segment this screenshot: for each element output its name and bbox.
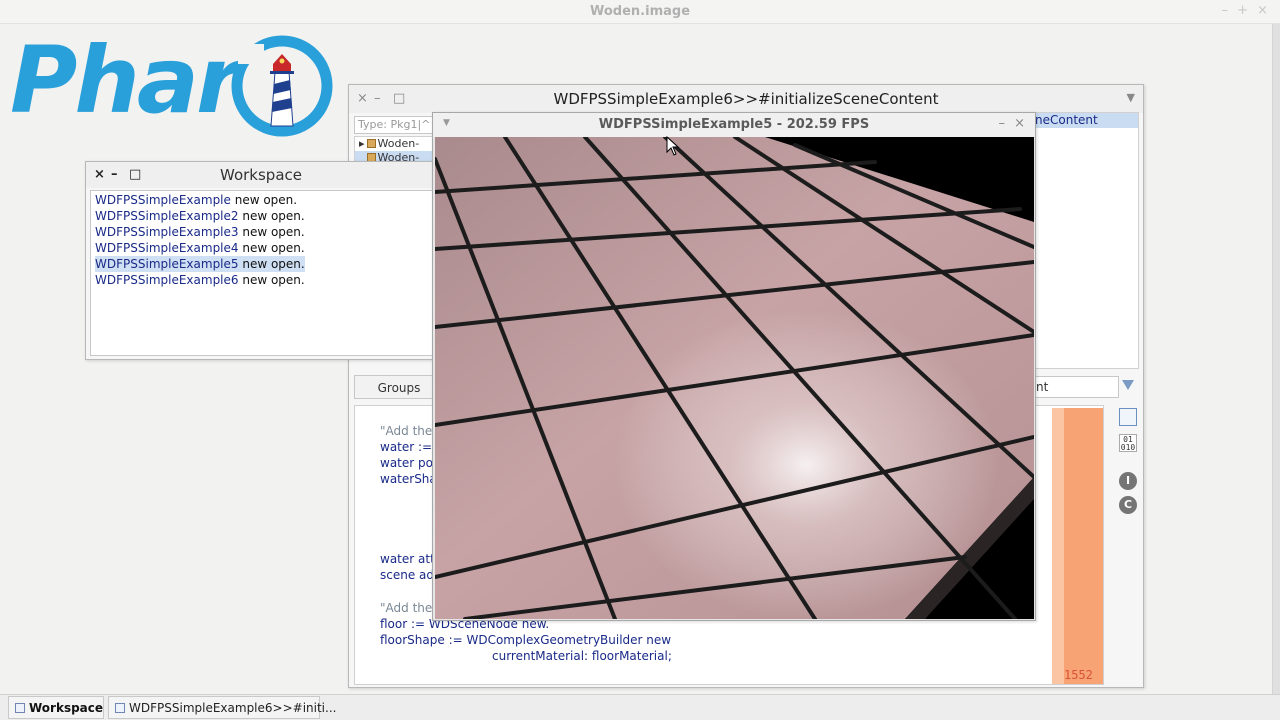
lighthouse-icon <box>231 35 333 137</box>
method-filter-input[interactable]: nt <box>1033 376 1119 398</box>
method-list[interactable]: neContent <box>1031 112 1139 369</box>
package-item[interactable]: ▸ Woden- <box>355 137 433 151</box>
code-line: floorShape := WDComplexGeometryBuilder n… <box>380 633 672 647</box>
render-titlebar[interactable]: ▼ WDFPSSimpleExample5 - 202.59 FPS – × <box>433 113 1035 137</box>
mouse-cursor-icon <box>666 136 680 156</box>
browser-icon <box>115 703 125 713</box>
render-window[interactable]: ▼ WDFPSSimpleExample5 - 202.59 FPS – × <box>432 112 1036 621</box>
workspace-line: WDFPSSimpleExample2 new open. <box>95 208 429 224</box>
code-line: "Add the <box>380 424 433 438</box>
bytecode-icon[interactable]: 01 010 <box>1119 434 1137 452</box>
code-line: water := <box>380 440 433 454</box>
taskbar-workspace-button[interactable]: Workspace <box>8 696 104 719</box>
taskbar-label: WDFPSSimpleExample6>>#initi... <box>129 701 337 715</box>
os-minimize-button[interactable]: – <box>1222 3 1229 18</box>
render-minimize-button[interactable]: – <box>999 116 1006 131</box>
message: new open. <box>230 193 298 207</box>
code-line: waterSha <box>380 472 437 486</box>
render-close-button[interactable]: × <box>1014 116 1025 131</box>
taskbar-browser-button[interactable]: WDFPSSimpleExample6>>#initi... <box>108 696 336 719</box>
world-edge-scrollbar <box>1272 24 1280 694</box>
workspace-line: WDFPSSimpleExample3 new open. <box>95 224 429 240</box>
tiled-floor-scene <box>435 137 1034 619</box>
browser-titlebar[interactable]: × – □ WDFPSSimpleExample6>>#initializeSc… <box>349 85 1143 113</box>
method-item-selected[interactable]: neContent <box>1032 113 1138 128</box>
browser-title: WDFPSSimpleExample6>>#initializeSceneCon… <box>553 90 939 108</box>
os-close-button[interactable]: × <box>1257 3 1268 18</box>
workspace-editor[interactable]: WDFPSSimpleExample new open. WDFPSSimple… <box>90 190 434 356</box>
workspace-icon <box>15 703 25 713</box>
class-name: WDFPSSimpleExample <box>95 193 231 207</box>
os-window-title: Woden.image <box>589 4 691 19</box>
line-count: 1552 <box>1064 668 1093 682</box>
groups-tab[interactable]: Groups <box>354 375 444 399</box>
message: new open. <box>238 225 305 239</box>
workspace-line: WDFPSSimpleExample new open. <box>95 192 429 208</box>
message: new open. <box>238 273 305 287</box>
class-name: WDFPSSimpleExample5 <box>95 257 239 271</box>
class-name: WDFPSSimpleExample4 <box>95 241 239 255</box>
package-search-input[interactable]: Type: Pkg1|^ <box>354 116 434 134</box>
message: new open. <box>238 257 305 271</box>
workspace-line-selected: WDFPSSimpleExample5 new open. <box>95 256 305 272</box>
taskbar: Workspace WDFPSSimpleExample6>>#initi... <box>0 694 1280 720</box>
class-name: WDFPSSimpleExample3 <box>95 225 239 239</box>
os-titlebar: Woden.image – + × <box>0 0 1280 24</box>
package-icon <box>366 139 376 148</box>
code-line: water po <box>380 456 433 470</box>
workspace-titlebar[interactable]: × – □ Workspace <box>86 162 436 188</box>
logo-text: Phar <box>10 27 241 134</box>
render-title: WDFPSSimpleExample5 - 202.59 FPS <box>598 117 870 132</box>
class-name: WDFPSSimpleExample2 <box>95 209 239 223</box>
os-maximize-button[interactable]: + <box>1237 3 1248 18</box>
document-icon[interactable] <box>1119 408 1137 426</box>
render-viewport[interactable] <box>435 137 1034 619</box>
workspace-window[interactable]: × – □ Workspace WDFPSSimpleExample new o… <box>85 161 437 360</box>
expand-arrow-icon[interactable]: ▸ <box>359 137 365 150</box>
code-overview-gutter[interactable] <box>1052 408 1103 684</box>
taskbar-label: Workspace <box>29 701 104 715</box>
code-line: "Add the <box>380 601 433 615</box>
workspace-line: WDFPSSimpleExample6 new open. <box>95 272 429 288</box>
class-side-icon[interactable]: C <box>1119 496 1137 514</box>
class-name: WDFPSSimpleExample6 <box>95 273 239 287</box>
pharo-logo: Phar <box>10 26 340 146</box>
browser-menu-button[interactable]: ▼ <box>1127 91 1135 104</box>
filter-dropdown-icon[interactable] <box>1122 380 1134 390</box>
message: new open. <box>238 209 305 223</box>
code-line: water att <box>380 552 435 566</box>
workspace-line: WDFPSSimpleExample4 new open. <box>95 240 429 256</box>
code-line: currentMaterial: floorMaterial; <box>492 649 672 663</box>
message: new open. <box>238 241 305 255</box>
workspace-title: Workspace <box>220 166 302 184</box>
package-label: Woden- <box>377 137 420 150</box>
code-line: scene ad <box>380 568 435 582</box>
instance-side-icon[interactable]: I <box>1119 472 1137 490</box>
